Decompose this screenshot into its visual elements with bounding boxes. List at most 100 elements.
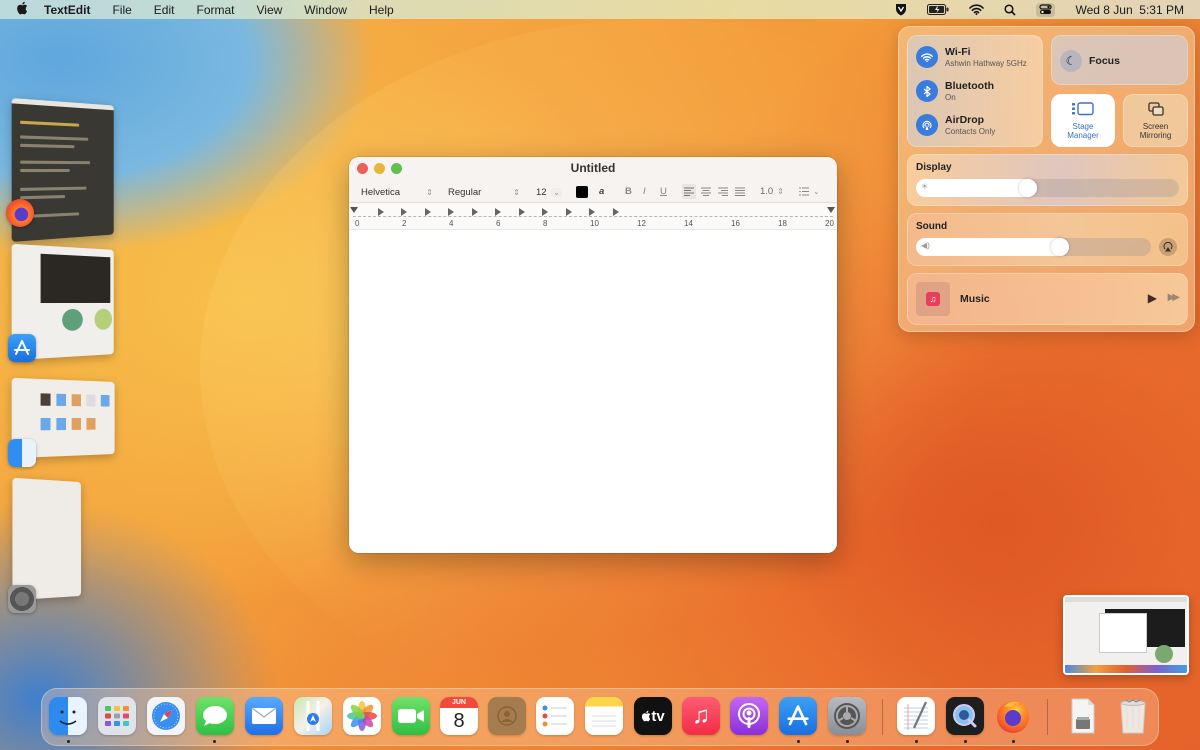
moon-icon: ☾ [1060, 50, 1082, 72]
dock-textedit[interactable] [897, 697, 935, 735]
dock-finder[interactable] [49, 697, 87, 735]
connectivity-module: Wi-Fi Ashwin Hathway 5GHz Bluetooth On A… [907, 35, 1043, 147]
tab-stop[interactable] [425, 208, 431, 216]
dock-downloads-stack[interactable] [1064, 697, 1102, 735]
menu-view[interactable]: View [257, 3, 283, 17]
airdrop-toggle[interactable]: AirDrop Contacts Only [916, 114, 995, 136]
bluetooth-toggle[interactable]: Bluetooth On [916, 80, 994, 102]
control-center-panel: Wi-Fi Ashwin Hathway 5GHz Bluetooth On A… [898, 26, 1195, 332]
menu-file[interactable]: File [112, 3, 131, 17]
dock-apple-tv[interactable]: tv [634, 697, 672, 735]
bluetooth-title: Bluetooth [945, 80, 994, 92]
dock-safari[interactable] [147, 697, 185, 735]
fast-forward-button[interactable]: ▶▶ [1168, 292, 1181, 303]
list-bullets-button[interactable]: ⌄ [799, 184, 820, 199]
battery-icon[interactable] [927, 3, 949, 17]
tab-stop[interactable] [401, 208, 407, 216]
screen-mirroring-label-line2: Mirroring [1139, 131, 1172, 140]
now-playing-module[interactable]: ♫ Music ▶ ▶▶ [907, 273, 1188, 325]
airdrop-status: Contacts Only [945, 127, 996, 136]
italic-button[interactable]: I [643, 184, 646, 199]
wifi-title: Wi-Fi [945, 46, 971, 58]
dock-podcasts[interactable] [730, 697, 768, 735]
dock-system-settings[interactable] [828, 697, 866, 735]
calendar-month: JUN [440, 697, 478, 708]
window-thumbnail[interactable] [12, 477, 82, 601]
dock-app-store[interactable] [779, 697, 817, 735]
menu-format[interactable]: Format [196, 3, 234, 17]
tab-stop[interactable] [378, 208, 384, 216]
control-center-icon[interactable] [1036, 2, 1056, 17]
tab-stop[interactable] [472, 208, 478, 216]
screen-mirroring-label-line1: Screen [1142, 122, 1169, 131]
menu-app-name[interactable]: TextEdit [44, 3, 90, 17]
ruler-number: 2 [402, 219, 407, 228]
volume-slider[interactable]: ◀) [916, 238, 1151, 256]
tab-stop[interactable] [495, 208, 501, 216]
font-family-select[interactable]: Helvetica ⇕ [357, 185, 437, 200]
wifi-icon [916, 46, 938, 68]
tab-stop[interactable] [613, 208, 619, 216]
stage-manager-label: Stage Manager [1052, 122, 1114, 140]
volume-slider-knob[interactable] [1051, 238, 1069, 256]
app-store-icon [8, 334, 36, 362]
dock-launchpad[interactable] [98, 697, 136, 735]
tab-stop[interactable] [519, 208, 525, 216]
text-color-well[interactable] [576, 186, 588, 198]
dock-photos[interactable] [343, 697, 381, 735]
dock-facetime[interactable] [392, 697, 430, 735]
ruler-number: 20 [825, 219, 834, 228]
shield-icon[interactable] [895, 3, 907, 17]
menubar-clock[interactable]: Wed 8 Jun 5:31 PM [1075, 3, 1184, 17]
airplay-audio-button[interactable] [1159, 238, 1177, 256]
wifi-toggle[interactable]: Wi-Fi Ashwin Hathway 5GHz [916, 46, 1027, 68]
underline-button[interactable]: U [660, 184, 667, 199]
wifi-icon[interactable] [969, 3, 985, 17]
window-titlebar[interactable]: Untitled Helvetica ⇕ Regular ⇕ 12 ⌄ a B … [349, 157, 837, 203]
tab-stop[interactable] [448, 208, 454, 216]
bold-button[interactable]: B [625, 184, 632, 199]
dock-firefox[interactable] [994, 697, 1032, 735]
ruler-number: 0 [355, 219, 360, 228]
align-left-button[interactable] [682, 184, 696, 199]
search-icon[interactable] [1004, 3, 1017, 17]
updown-icon: ⇕ [777, 187, 784, 196]
dock-reminders[interactable] [536, 697, 574, 735]
tab-stop[interactable] [542, 208, 548, 216]
desktop-window-thumbnail[interactable] [1063, 595, 1189, 675]
justify-button[interactable] [735, 184, 745, 199]
menu-window[interactable]: Window [304, 3, 347, 17]
dock-mail[interactable] [245, 697, 283, 735]
right-indent-marker[interactable] [827, 207, 835, 213]
dock-maps[interactable] [294, 697, 332, 735]
apple-menu-icon[interactable] [16, 1, 30, 18]
align-right-button[interactable] [718, 184, 728, 199]
align-center-button[interactable] [701, 184, 711, 199]
highlight-color-button[interactable]: a [599, 184, 604, 199]
line-spacing-select[interactable]: 1.0 ⇕ [760, 184, 784, 199]
dock-trash[interactable] [1114, 697, 1152, 735]
tab-stop[interactable] [589, 208, 595, 216]
updown-icon: ⇕ [426, 187, 433, 197]
font-size-combo[interactable]: 12 ⌄ [532, 185, 566, 200]
focus-button[interactable]: ☾ Focus [1051, 35, 1188, 85]
font-style-select[interactable]: Regular ⇕ [444, 185, 524, 200]
menu-help[interactable]: Help [369, 3, 394, 17]
stage-manager-button[interactable]: Stage Manager [1051, 94, 1115, 147]
brightness-slider-knob[interactable] [1019, 179, 1037, 197]
dock-calendar[interactable]: JUN 8 [440, 697, 478, 735]
document-text-area[interactable] [349, 230, 837, 553]
brightness-slider[interactable]: ☀ [916, 179, 1179, 197]
dock-messages[interactable] [196, 697, 234, 735]
play-button[interactable]: ▶ [1148, 291, 1157, 305]
screen-mirroring-button[interactable]: Screen Mirroring [1123, 94, 1188, 147]
dock-quicktime[interactable] [946, 697, 984, 735]
dock-separator [1047, 699, 1048, 735]
left-indent-marker[interactable] [350, 207, 358, 213]
menu-edit[interactable]: Edit [154, 3, 175, 17]
dock-contacts[interactable] [488, 697, 526, 735]
dock-notes[interactable] [585, 697, 623, 735]
tab-stop[interactable] [566, 208, 572, 216]
ruler[interactable]: 0 2 4 6 8 10 12 14 16 18 20 [349, 203, 837, 230]
dock-music[interactable]: ♫ [682, 697, 720, 735]
